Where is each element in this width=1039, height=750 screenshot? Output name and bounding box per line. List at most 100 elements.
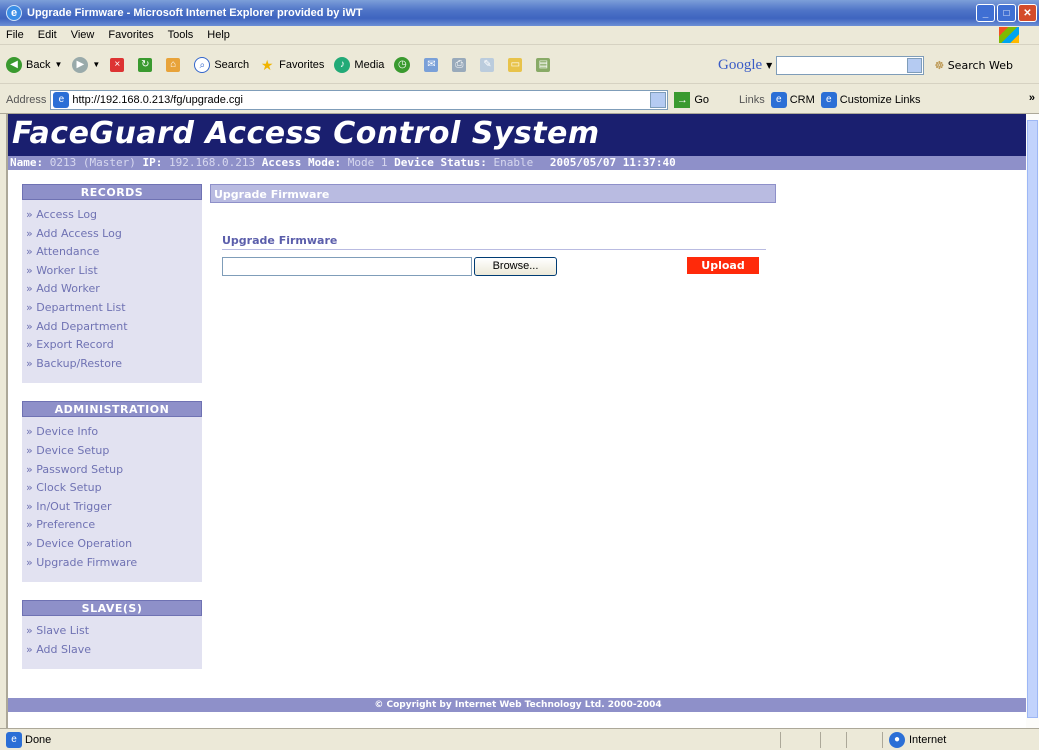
back-button[interactable]: ◀ Back ▼	[6, 56, 62, 73]
nav-add-slave[interactable]: » Add Slave	[26, 641, 202, 660]
google-search-input[interactable]	[776, 56, 925, 75]
close-button[interactable]: ✕	[1018, 4, 1037, 22]
nav-upgrade-firmware[interactable]: » Upgrade Firmware	[26, 554, 202, 573]
nav-device-info[interactable]: » Device Info	[26, 423, 202, 442]
menu-view[interactable]: View	[71, 29, 95, 41]
sidebar: RECORDS » Access Log » Add Access Log » …	[22, 184, 202, 687]
window-titlebar: e Upgrade Firmware - Microsoft Internet …	[0, 0, 1039, 26]
folder-button[interactable]: ▭	[508, 57, 526, 72]
refresh-icon: ↻	[138, 57, 153, 72]
history-button[interactable]: ◷	[394, 56, 414, 73]
nav-device-setup[interactable]: » Device Setup	[26, 442, 202, 461]
nav-attendance[interactable]: » Attendance	[26, 243, 202, 262]
nav-slave-list[interactable]: » Slave List	[26, 622, 202, 641]
maximize-button[interactable]: □	[997, 4, 1016, 22]
menu-file[interactable]: File	[6, 29, 24, 41]
nav-password-setup[interactable]: » Password Setup	[26, 461, 202, 480]
slaves-section: SLAVE(S) » Slave List » Add Slave	[22, 600, 202, 670]
chevron-right-icon[interactable]: »	[1029, 92, 1035, 104]
address-label: Address	[6, 93, 47, 106]
name-label: Name:	[10, 156, 44, 169]
vertical-scrollbar[interactable]	[1026, 114, 1039, 728]
google-logo: Google	[718, 57, 763, 73]
search-web-label: Search Web	[947, 59, 1013, 72]
nav-in-out-trigger[interactable]: » In/Out Trigger	[26, 498, 202, 517]
media-button[interactable]: ♪ Media	[334, 56, 384, 73]
favorites-label: Favorites	[279, 58, 325, 71]
page-footer: © Copyright by Internet Web Technology L…	[8, 698, 1026, 712]
nav-device-operation[interactable]: » Device Operation	[26, 535, 202, 554]
administration-section: ADMINISTRATION » Device Info » Device Se…	[22, 401, 202, 583]
mail-button[interactable]: ✉	[424, 57, 442, 72]
browse-button[interactable]: Browse...	[474, 257, 557, 276]
print-icon: ⎙	[452, 57, 467, 72]
minimize-button[interactable]: _	[976, 4, 995, 22]
stop-button[interactable]: ×	[110, 57, 128, 72]
favorites-button[interactable]: ★ Favorites	[259, 56, 325, 73]
edit-icon: ✎	[480, 57, 495, 72]
history-icon: ◷	[394, 56, 411, 73]
link-page-icon: e	[820, 91, 837, 108]
address-input[interactable]: e http://192.168.0.213/fg/upgrade.cgi	[50, 89, 669, 110]
address-bar: Address e http://192.168.0.213/fg/upgrad…	[0, 86, 1039, 114]
go-button[interactable]: → Go	[674, 91, 710, 108]
menu-tools[interactable]: Tools	[168, 29, 194, 41]
nav-add-worker[interactable]: » Add Worker	[26, 280, 202, 299]
folder-icon: ▭	[508, 57, 523, 72]
windows-logo-icon	[999, 27, 1019, 43]
link-customize[interactable]: e Customize Links	[820, 91, 921, 108]
go-label: Go	[694, 93, 710, 106]
firmware-file-input[interactable]	[222, 257, 472, 276]
address-url: http://192.168.0.213/fg/upgrade.cgi	[72, 93, 243, 106]
menu-edit[interactable]: Edit	[38, 29, 57, 41]
browser-viewport: FaceGuard Access Control System Name: 02…	[6, 114, 1026, 728]
edit-button[interactable]: ✎	[480, 57, 498, 72]
nav-department-list[interactable]: » Department List	[26, 299, 202, 318]
window-title: Upgrade Firmware - Microsoft Internet Ex…	[27, 7, 363, 19]
research-button[interactable]: ▤	[536, 57, 554, 72]
device-status-bar: Name: 0213 (Master) IP: 192.168.0.213 Ac…	[8, 156, 1026, 170]
status-divider	[780, 732, 781, 748]
media-icon: ♪	[334, 56, 351, 73]
page-banner: FaceGuard Access Control System	[8, 114, 1026, 156]
forward-button[interactable]: ▶ ▼	[72, 56, 100, 73]
link-crm-label: CRM	[789, 93, 815, 106]
nav-backup-restore[interactable]: » Backup/Restore	[26, 355, 202, 374]
menu-favorites[interactable]: Favorites	[108, 29, 153, 41]
nav-export-record[interactable]: » Export Record	[26, 336, 202, 355]
mode-label: Access Mode:	[261, 156, 342, 169]
address-dropdown-icon[interactable]	[650, 91, 667, 108]
form-title: Upgrade Firmware	[222, 234, 766, 250]
nav-preference[interactable]: » Preference	[26, 516, 202, 535]
search-button[interactable]: ⌕ Search	[194, 56, 249, 73]
records-section: RECORDS » Access Log » Add Access Log » …	[22, 184, 202, 384]
name-value: 0213 (Master)	[49, 156, 136, 169]
nav-worker-list[interactable]: » Worker List	[26, 262, 202, 281]
records-header: RECORDS	[22, 184, 202, 200]
upload-button[interactable]: Upload	[687, 257, 759, 274]
home-button[interactable]: ⌂	[166, 57, 184, 72]
go-arrow-icon: →	[674, 91, 691, 108]
star-icon: ★	[260, 56, 274, 73]
links-label: Links	[739, 93, 765, 106]
nav-clock-setup[interactable]: » Clock Setup	[26, 479, 202, 498]
refresh-button[interactable]: ↻	[138, 57, 156, 72]
scrollbar-thumb[interactable]	[1027, 120, 1038, 718]
nav-add-department[interactable]: » Add Department	[26, 318, 202, 337]
back-arrow-icon: ◀	[6, 56, 22, 73]
menu-bar: File Edit View Favorites Tools Help	[0, 26, 1039, 45]
status-divider	[846, 732, 847, 748]
google-dropdown-icon[interactable]	[907, 58, 923, 73]
search-web-button[interactable]: ☸ Search Web	[934, 59, 1013, 72]
print-button[interactable]: ⎙	[452, 57, 470, 72]
nav-add-access-log[interactable]: » Add Access Log	[26, 225, 202, 244]
menu-help[interactable]: Help	[207, 29, 230, 41]
security-zone: ● Internet	[882, 732, 946, 748]
link-crm[interactable]: e CRM	[770, 91, 815, 108]
nav-access-log[interactable]: » Access Log	[26, 206, 202, 225]
home-icon: ⌂	[166, 57, 181, 72]
status-text: Done	[25, 733, 52, 746]
ip-value: 192.168.0.213	[168, 156, 256, 169]
mail-icon: ✉	[424, 57, 439, 72]
globe-icon: ●	[889, 732, 905, 748]
